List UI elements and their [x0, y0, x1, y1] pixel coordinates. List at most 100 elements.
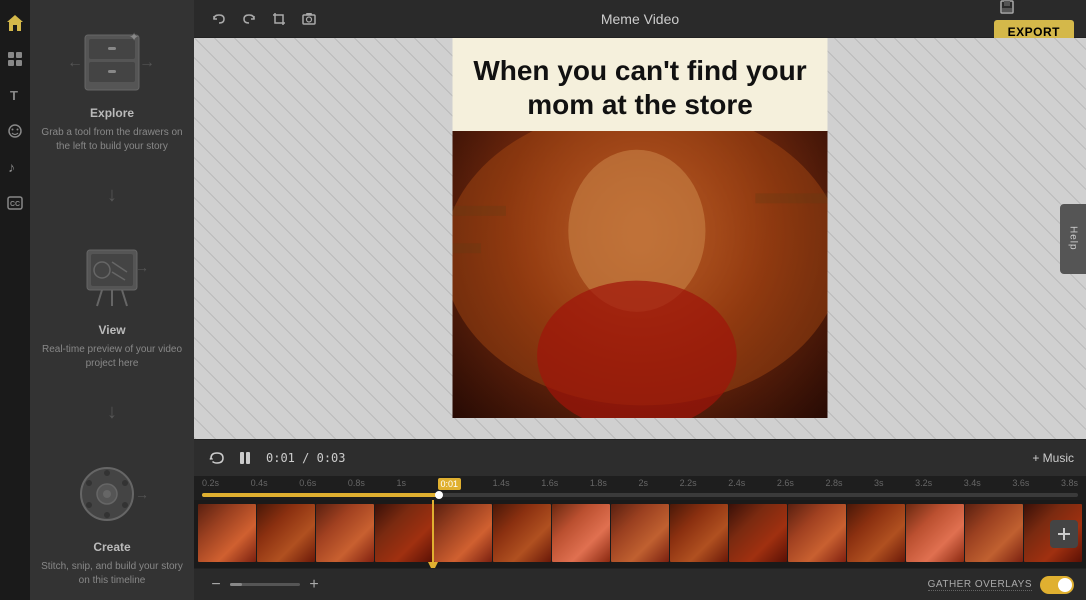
create-illustration: → — [62, 454, 162, 534]
meme-video-frame — [453, 131, 828, 418]
export-area: EXPORT — [994, 0, 1074, 44]
sidebar-icon-grid[interactable] — [0, 44, 30, 74]
film-frame-12 — [847, 504, 905, 562]
music-button[interactable]: + Music — [1032, 451, 1074, 465]
zoom-out-button[interactable]: − — [206, 575, 226, 595]
undo-button[interactable] — [206, 6, 232, 32]
onboarding-view: → View Real-time preview of your video p… — [40, 237, 184, 371]
video-svg — [453, 131, 828, 418]
timeline-labels: 0.2s 0.4s 0.6s 0.8s 1s 0:01 1.4s 1.6s 1.… — [202, 478, 1078, 490]
play-controls — [206, 447, 256, 469]
svg-text:T: T — [10, 88, 18, 103]
playback-bar: 0:01 / 0:03 + Music — [194, 440, 1086, 476]
explore-illustration: ← → ✦ — [62, 20, 162, 100]
view-illustration: → — [62, 237, 162, 317]
zoom-in-button[interactable]: + — [304, 575, 324, 595]
film-frame-3 — [316, 504, 374, 562]
tl-1: 0.4s — [251, 478, 268, 490]
film-frame-1 — [198, 504, 256, 562]
meme-title: When you can't find your mom at the stor… — [473, 54, 808, 121]
svg-text:←: ← — [67, 54, 83, 71]
tl-16: 3.6s — [1012, 478, 1029, 490]
sidebar-icon-captions[interactable]: CC — [0, 188, 30, 218]
tl-13: 3s — [874, 478, 884, 490]
film-frame-10 — [729, 504, 787, 562]
film-frame-7 — [552, 504, 610, 562]
time-display: 0:01 / 0:03 — [266, 451, 346, 465]
tl-4: 1s — [396, 478, 406, 490]
footer-bar: − + GATHER OVERLAYS — [194, 568, 1086, 600]
create-desc: Stitch, snip, and build your story on th… — [40, 560, 184, 588]
film-frame-9 — [670, 504, 728, 562]
top-bar: Meme Video EXPORT — [194, 0, 1086, 38]
view-title: View — [98, 323, 125, 337]
help-button[interactable]: Help — [1060, 204, 1086, 274]
tl-5: 1.4s — [493, 478, 510, 490]
time-separator: / — [302, 451, 309, 465]
filmstrip-inner — [194, 504, 1086, 564]
tl-8: 2s — [639, 478, 649, 490]
onboarding-panel: ← → ✦ Explore Grab a tool from the drawe… — [30, 0, 194, 600]
arrow-down-2: ↓ — [107, 401, 117, 424]
screenshot-button[interactable] — [296, 6, 322, 32]
gather-overlays-label: GATHER OVERLAYS — [928, 579, 1032, 591]
tl-9: 2.2s — [680, 478, 697, 490]
bottom-controls: 0:01 / 0:03 + Music 0.2s 0.4s 0.6s 0.8s … — [194, 439, 1086, 600]
gather-overlays-toggle[interactable] — [1040, 576, 1074, 594]
tl-10: 2.4s — [728, 478, 745, 490]
tl-12: 2.8s — [825, 478, 842, 490]
redo-button[interactable] — [236, 6, 262, 32]
film-frame-8 — [611, 504, 669, 562]
film-frame-11 — [788, 504, 846, 562]
svg-text:✦: ✦ — [129, 30, 139, 44]
tl-3: 0.8s — [348, 478, 365, 490]
crop-button[interactable] — [266, 6, 292, 32]
zoom-controls: − + — [206, 575, 324, 595]
tl-0: 0.2s — [202, 478, 219, 490]
playhead-handle — [428, 562, 438, 568]
zoom-slider-fill — [230, 583, 242, 586]
sidebar-icon-home[interactable] — [0, 8, 30, 38]
create-title: Create — [93, 540, 130, 554]
tl-7: 1.8s — [590, 478, 607, 490]
canvas-area: When you can't find your mom at the stor… — [194, 38, 1086, 439]
total-time: 0:03 — [317, 451, 346, 465]
sidebar-icon-music[interactable]: ♪ — [0, 152, 30, 182]
film-frame-2 — [257, 504, 315, 562]
current-time: 0:01 — [266, 451, 295, 465]
add-clip-button[interactable] — [1050, 520, 1078, 548]
film-frame-14 — [965, 504, 1023, 562]
tl-current: 0:01 — [438, 478, 462, 490]
tl-17: 3.8s — [1061, 478, 1078, 490]
sidebar: T ♪ CC — [0, 0, 30, 600]
pause-button[interactable] — [234, 447, 256, 469]
timeline-filmstrip — [194, 500, 1086, 568]
progress-track[interactable] — [202, 493, 1078, 497]
svg-text:♪: ♪ — [8, 159, 15, 175]
progress-handle[interactable] — [435, 491, 443, 499]
svg-text:→: → — [139, 54, 155, 71]
meme-text-area: When you can't find your mom at the stor… — [453, 38, 828, 131]
onboarding-explore: ← → ✦ Explore Grab a tool from the drawe… — [40, 20, 184, 154]
zoom-slider[interactable] — [230, 583, 300, 586]
svg-text:CC: CC — [10, 201, 20, 208]
tl-6: 1.6s — [541, 478, 558, 490]
tl-11: 2.6s — [777, 478, 794, 490]
film-frame-13 — [906, 504, 964, 562]
film-frame-5 — [434, 504, 492, 562]
save-button[interactable] — [994, 0, 1020, 20]
top-bar-tools — [206, 6, 322, 32]
tl-14: 3.2s — [915, 478, 932, 490]
progress-fill — [202, 493, 439, 497]
playhead[interactable] — [432, 500, 434, 568]
onboarding-create: → Create Stitch, snip, and build your st… — [40, 454, 184, 588]
gather-overlays: GATHER OVERLAYS — [928, 576, 1074, 594]
video-person — [453, 131, 828, 418]
sidebar-icon-text[interactable]: T — [0, 80, 30, 110]
main-area: Meme Video EXPORT When you can't find yo… — [194, 0, 1086, 600]
progress-scrubber[interactable] — [194, 490, 1086, 500]
film-frame-4 — [375, 504, 433, 562]
sidebar-icon-sticker[interactable] — [0, 116, 30, 146]
tl-15: 3.4s — [964, 478, 981, 490]
loop-button[interactable] — [206, 447, 228, 469]
